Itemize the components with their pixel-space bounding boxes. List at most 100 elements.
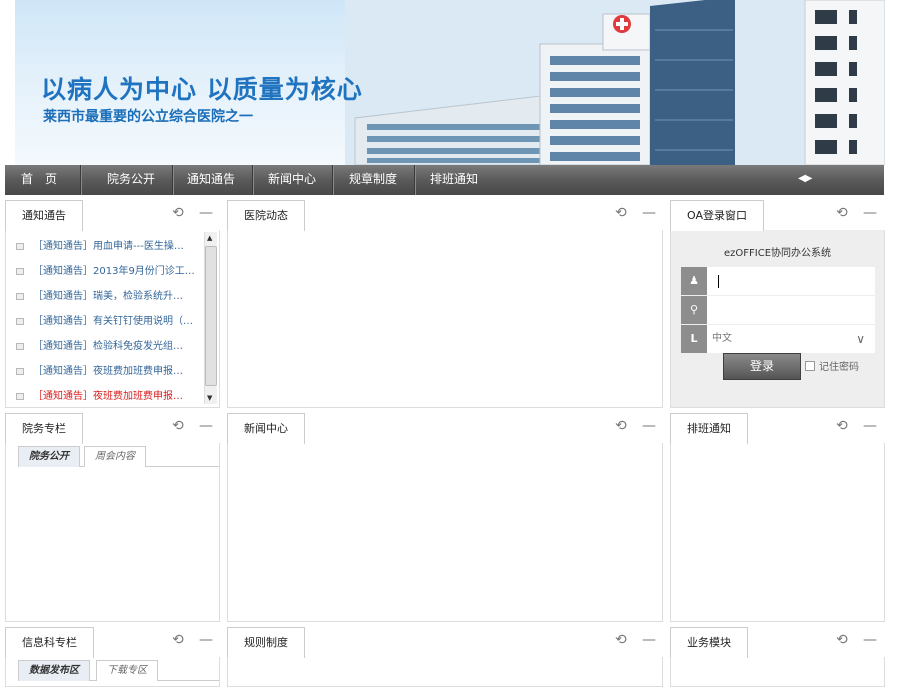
panel-hospital-news: 医院动态 ⟲ — — [227, 200, 663, 408]
refresh-icon[interactable]: ⟲ — [615, 205, 627, 221]
language-select[interactable]: L 中文 ∨ — [681, 325, 875, 353]
panel-title[interactable]: 院务专栏 — [5, 413, 83, 444]
panel-body — [670, 657, 885, 687]
panel-body: ［通知通告］用血申请---医生操… ［通知通告］2013年9月份门诊工… ［通知… — [5, 230, 220, 408]
header-banner: 以病人为中心 以质量为核心 莱西市最重要的公立综合医院之一 — [15, 0, 885, 165]
nav-item-home[interactable]: 首 页 — [21, 165, 57, 195]
list-item[interactable]: ［通知通告］夜班费加班费申报… — [16, 363, 194, 388]
panel-title[interactable]: 新闻中心 — [227, 413, 305, 444]
list-item[interactable]: ［通知通告］用血申请---医生操… — [16, 238, 194, 263]
bullet-icon — [16, 292, 24, 300]
scroll-down-icon[interactable]: ▼ — [207, 394, 212, 402]
nav-item-news[interactable]: 新闻中心 — [268, 165, 316, 195]
remember-checkbox[interactable] — [805, 361, 815, 371]
minimize-icon[interactable]: — — [863, 632, 877, 648]
panel-oa-login: OA登录窗口 ⟲ — ezOFFICE协同办公系统 ♟ ⚲ L 中文 ∨ 登录 … — [670, 200, 885, 408]
minimize-icon[interactable]: — — [199, 205, 213, 221]
nav-scroll-arrows-icon[interactable]: ◀▶ — [798, 165, 812, 195]
remember-label: 记住密码 — [819, 362, 859, 373]
minimize-icon[interactable]: — — [863, 205, 877, 221]
panel-title[interactable]: 排班通知 — [670, 413, 748, 444]
login-form: ezOFFICE协同办公系统 ♟ ⚲ L 中文 ∨ 登录 记住密码 — [670, 230, 885, 408]
system-name: ezOFFICE协同办公系统 — [723, 248, 832, 259]
subtab-downloads[interactable]: 下载专区 — [96, 660, 158, 681]
notice-link[interactable]: ［通知通告］夜班费加班费申报… — [33, 391, 183, 402]
scroll-thumb[interactable] — [205, 246, 217, 386]
refresh-icon[interactable]: ⟲ — [615, 632, 627, 648]
refresh-icon[interactable]: ⟲ — [172, 418, 184, 434]
bullet-icon — [16, 317, 24, 325]
refresh-icon[interactable]: ⟲ — [615, 418, 627, 434]
panel-body — [227, 657, 663, 687]
subtab-data-release[interactable]: 数据发布区 — [18, 660, 90, 681]
minimize-icon[interactable]: — — [642, 205, 656, 221]
subtab-weekly-meeting[interactable]: 周会内容 — [84, 446, 146, 467]
panel-news-center: 新闻中心 ⟲ — — [227, 413, 663, 622]
panel-info-dept: 信息科专栏 ⟲ — 数据发布区 下载专区 — [5, 627, 220, 687]
nav-divider — [80, 165, 81, 195]
notice-link[interactable]: ［通知通告］用血申请---医生操… — [33, 241, 184, 252]
banner-subtitle: 莱西市最重要的公立综合医院之一 — [43, 109, 253, 125]
minimize-icon[interactable]: — — [199, 418, 213, 434]
scroll-up-icon[interactable]: ▲ — [207, 234, 212, 242]
panel-body — [227, 443, 663, 622]
notice-link[interactable]: ［通知通告］2013年9月份门诊工… — [33, 266, 194, 277]
nav-divider — [252, 165, 253, 195]
minimize-icon[interactable]: — — [642, 418, 656, 434]
list-item[interactable]: ［通知通告］2013年9月份门诊工… — [16, 263, 194, 288]
notice-list: ［通知通告］用血申请---医生操… ［通知通告］2013年9月份门诊工… ［通知… — [16, 238, 194, 413]
main-navigation: 首 页 院务公开 通知通告 新闻中心 规章制度 排班通知 ◀▶ — [5, 165, 884, 195]
refresh-icon[interactable]: ⟲ — [172, 632, 184, 648]
list-item[interactable]: ［通知通告］夜班费加班费申报… — [16, 388, 194, 413]
panel-title[interactable]: 通知通告 — [5, 200, 83, 231]
user-icon: ♟ — [681, 267, 707, 295]
bullet-icon — [16, 342, 24, 350]
notice-scrollbar[interactable]: ▲ ▼ — [204, 232, 217, 404]
bullet-icon — [16, 367, 24, 375]
nav-item-regulations[interactable]: 规章制度 — [349, 165, 397, 195]
username-field[interactable]: ♟ — [681, 267, 875, 295]
panel-regulations: 规则制度 ⟲ — — [227, 627, 663, 687]
notice-link[interactable]: ［通知通告］有关钉钉使用说明（… — [33, 316, 193, 327]
chevron-down-icon[interactable]: ∨ — [856, 325, 865, 353]
login-button[interactable]: 登录 — [723, 353, 801, 380]
notice-link[interactable]: ［通知通告］瑞美，检验系统升… — [33, 291, 183, 302]
panel-notices: 通知通告 ⟲ — ［通知通告］用血申请---医生操… ［通知通告］2013年9月… — [5, 200, 220, 408]
bullet-icon — [16, 242, 24, 250]
notice-link[interactable]: ［通知通告］夜班费加班费申报… — [33, 366, 183, 377]
refresh-icon[interactable]: ⟲ — [836, 632, 848, 648]
notice-link[interactable]: ［通知通告］检验科免疫发光组… — [33, 341, 183, 352]
language-value[interactable]: 中文 — [712, 325, 732, 353]
panel-title[interactable]: 规则制度 — [227, 627, 305, 658]
refresh-icon[interactable]: ⟲ — [172, 205, 184, 221]
key-icon: ⚲ — [681, 296, 707, 324]
panel-affairs: 院务专栏 ⟲ — 院务公开 周会内容 — [5, 413, 220, 622]
nav-item-affairs[interactable]: 院务公开 — [107, 165, 155, 195]
panel-body: 院务公开 周会内容 — [5, 443, 220, 622]
panel-body: 数据发布区 下载专区 — [5, 657, 220, 687]
panel-title[interactable]: OA登录窗口 — [670, 200, 764, 231]
language-icon: L — [681, 325, 707, 353]
nav-divider — [332, 165, 333, 195]
refresh-icon[interactable]: ⟲ — [836, 418, 848, 434]
remember-password[interactable]: 记住密码 — [805, 358, 859, 373]
info-subtabs: 数据发布区 下载专区 — [18, 660, 219, 681]
panel-title[interactable]: 信息科专栏 — [5, 627, 94, 658]
list-item[interactable]: ［通知通告］检验科免疫发光组… — [16, 338, 194, 363]
panel-title[interactable]: 医院动态 — [227, 200, 305, 231]
subtab-public-affairs[interactable]: 院务公开 — [18, 446, 80, 467]
minimize-icon[interactable]: — — [863, 418, 877, 434]
refresh-icon[interactable]: ⟲ — [836, 205, 848, 221]
panel-schedule: 排班通知 ⟲ — — [670, 413, 885, 622]
list-item[interactable]: ［通知通告］有关钉钉使用说明（… — [16, 313, 194, 338]
nav-divider — [172, 165, 173, 195]
minimize-icon[interactable]: — — [199, 632, 213, 648]
password-field[interactable]: ⚲ — [681, 296, 875, 324]
minimize-icon[interactable]: — — [642, 632, 656, 648]
panel-body — [670, 443, 885, 622]
panel-title[interactable]: 业务模块 — [670, 627, 748, 658]
list-item[interactable]: ［通知通告］瑞美，检验系统升… — [16, 288, 194, 313]
nav-item-notices[interactable]: 通知通告 — [187, 165, 235, 195]
panel-business: 业务模块 ⟲ — — [670, 627, 885, 687]
nav-item-schedule[interactable]: 排班通知 — [430, 165, 478, 195]
